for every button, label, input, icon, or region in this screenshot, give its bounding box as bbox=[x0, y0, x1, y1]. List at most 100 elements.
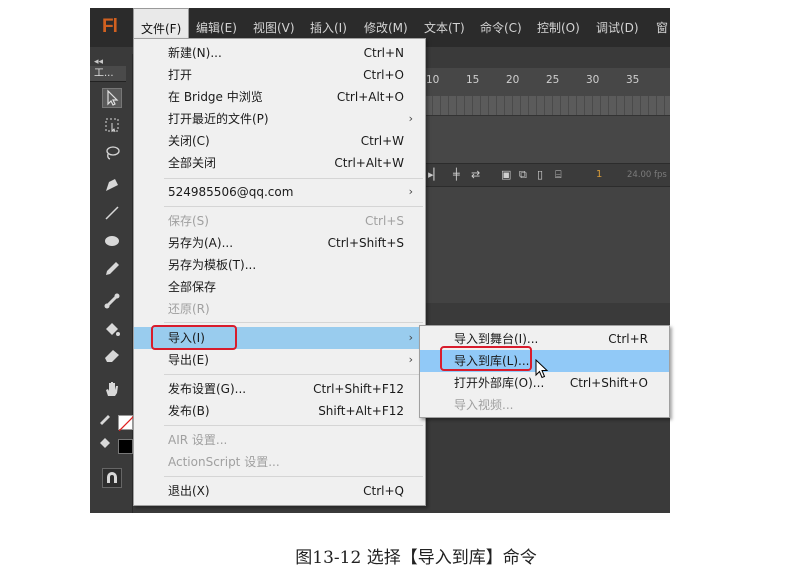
menu-item-shortcut: Ctrl+R bbox=[608, 332, 648, 346]
ruler-tick: 15 bbox=[466, 74, 480, 86]
pen-tool-icon[interactable] bbox=[102, 176, 122, 196]
paint-bucket-tool-icon[interactable] bbox=[102, 320, 122, 340]
tools-tab[interactable]: 工... bbox=[90, 66, 126, 82]
menu-item-save: 保存(S) Ctrl+S bbox=[134, 210, 425, 232]
menu-separator bbox=[164, 322, 423, 323]
menu-item-save-all[interactable]: 全部保存 bbox=[134, 276, 425, 298]
menu-item-new[interactable]: 新建(N)... Ctrl+N bbox=[134, 42, 425, 64]
snap-magnet-icon[interactable] bbox=[102, 468, 122, 488]
menu-item-open-recent[interactable]: 打开最近的文件(P) › bbox=[134, 108, 425, 130]
menu-item-revert: 还原(R) bbox=[134, 298, 425, 320]
menu-item-label: 打开最近的文件(P) bbox=[168, 112, 269, 126]
menu-item-label: 新建(N)... bbox=[168, 46, 222, 60]
menu-item-browse-bridge[interactable]: 在 Bridge 中浏览 Ctrl+Alt+O bbox=[134, 86, 425, 108]
menu-item-label: 524985506@qq.com bbox=[168, 185, 294, 199]
menu-item-save-as-template[interactable]: 另存为模板(T)... bbox=[134, 254, 425, 276]
menu-item-publish[interactable]: 发布(B) Shift+Alt+F12 bbox=[134, 400, 425, 422]
mouse-pointer-icon bbox=[535, 359, 549, 379]
menu-item-label: 保存(S) bbox=[168, 214, 209, 228]
file-menu: 新建(N)... Ctrl+N 打开 Ctrl+O 在 Bridge 中浏览 Ctrl… bbox=[133, 38, 426, 506]
menu-separator bbox=[164, 206, 423, 207]
menu-item-shortcut: Ctrl+Alt+W bbox=[334, 156, 404, 170]
menu-item-close-all[interactable]: 全部关闭 Ctrl+Alt+W bbox=[134, 152, 425, 174]
menu-item-shortcut: Ctrl+Shift+S bbox=[327, 236, 404, 250]
step-forward-icon[interactable]: ▸▏ bbox=[428, 168, 442, 181]
ruler-tick: 20 bbox=[506, 74, 520, 86]
lasso-tool-icon[interactable] bbox=[102, 144, 122, 164]
frame-ruler: 10 15 20 25 30 35 bbox=[425, 74, 670, 96]
menu-item-label: 关闭(C) bbox=[168, 134, 210, 148]
fill-color-icon[interactable] bbox=[98, 434, 112, 454]
ruler-tick: 25 bbox=[546, 74, 560, 86]
menu-item-shortcut: Ctrl+Alt+O bbox=[336, 90, 404, 104]
stroke-swatch[interactable] bbox=[118, 415, 135, 432]
menu-item-open[interactable]: 打开 Ctrl+O bbox=[134, 64, 425, 86]
chevron-right-icon: › bbox=[408, 112, 413, 125]
menu-separator bbox=[164, 178, 423, 179]
menu-item-shortcut: Ctrl+Q bbox=[363, 484, 404, 498]
menu-item-label: 发布设置(G)... bbox=[168, 382, 247, 396]
frame-rate[interactable]: 24.00 fps bbox=[627, 170, 667, 180]
menu-item-publish-settings[interactable]: 发布设置(G)... Ctrl+Shift+F12 bbox=[134, 378, 425, 400]
menu-item-import-video: 导入视频... bbox=[420, 394, 669, 416]
pencil-tool-icon[interactable] bbox=[102, 260, 122, 280]
oval-tool-icon[interactable] bbox=[102, 232, 122, 252]
menu-item-export[interactable]: 导出(E) › bbox=[134, 349, 425, 371]
free-transform-tool-icon[interactable] bbox=[102, 116, 122, 136]
onion-markers-icon[interactable]: ⌸ bbox=[555, 168, 562, 182]
bone-tool-icon[interactable] bbox=[102, 292, 122, 312]
import-annotation-box bbox=[151, 325, 237, 350]
chevron-right-icon: › bbox=[408, 353, 413, 366]
menu-item-label: AIR 设置... bbox=[168, 433, 228, 447]
menu-item-label: 导出(E) bbox=[168, 353, 209, 367]
menu-item-close[interactable]: 关闭(C) Ctrl+W bbox=[134, 130, 425, 152]
hand-tool-icon[interactable] bbox=[102, 380, 122, 400]
stroke-color-icon[interactable] bbox=[98, 410, 112, 430]
menu-item-label: 退出(X) bbox=[168, 484, 210, 498]
menu-item-shortcut: Ctrl+O bbox=[363, 68, 404, 82]
menu-commands[interactable]: 命令(C) bbox=[480, 8, 522, 47]
frame-cells[interactable] bbox=[425, 96, 670, 116]
onion-outline-icon[interactable]: ⧉ bbox=[519, 168, 527, 182]
menu-item-label: 另存为模板(T)... bbox=[168, 258, 257, 272]
menu-debug[interactable]: 调试(D) bbox=[596, 8, 639, 47]
menu-separator bbox=[164, 476, 423, 477]
menu-item-label: 另存为(A)... bbox=[168, 236, 234, 250]
menu-item-shortcut: Ctrl+Shift+O bbox=[569, 376, 648, 390]
menu-item-actionscript-settings: ActionScript 设置... bbox=[134, 451, 425, 473]
menu-item-label: 全部关闭 bbox=[168, 156, 217, 170]
menu-item-label: 还原(R) bbox=[168, 302, 210, 316]
edit-multiple-frames-icon[interactable]: ▯ bbox=[537, 168, 543, 181]
menu-item-shortcut: Ctrl+W bbox=[360, 134, 404, 148]
eraser-tool-icon[interactable] bbox=[102, 346, 122, 366]
ruler-tick: 35 bbox=[626, 74, 640, 86]
loop-icon[interactable]: ⇄ bbox=[471, 168, 480, 181]
menu-window[interactable]: 窗 bbox=[656, 8, 668, 47]
menu-item-shortcut: Ctrl+Shift+F12 bbox=[313, 382, 404, 396]
current-frame: 1 bbox=[596, 169, 603, 180]
menu-separator bbox=[164, 425, 423, 426]
menu-control[interactable]: 控制(O) bbox=[537, 8, 580, 47]
figure-caption: 图13-12 选择【导入到库】命令 bbox=[295, 548, 537, 568]
line-tool-icon[interactable] bbox=[102, 204, 122, 224]
menu-item-account[interactable]: 524985506@qq.com › bbox=[134, 181, 425, 203]
ruler-tick: 30 bbox=[586, 74, 600, 86]
menu-item-label: 导入视频... bbox=[454, 398, 514, 412]
timeline-panel: 10 15 20 25 30 35 ▸▏ ╪ ⇄ ▣ ⧉ ▯ ⌸ 1 24.00… bbox=[425, 68, 670, 303]
menu-item-shortcut: Ctrl+N bbox=[363, 46, 404, 60]
menu-item-save-as[interactable]: 另存为(A)... Ctrl+Shift+S bbox=[134, 232, 425, 254]
menu-item-label: ActionScript 设置... bbox=[168, 455, 280, 469]
menu-item-exit[interactable]: 退出(X) Ctrl+Q bbox=[134, 480, 425, 502]
fill-swatch[interactable] bbox=[118, 439, 133, 454]
stage-area bbox=[425, 187, 670, 303]
menu-item-air-settings: AIR 设置... bbox=[134, 429, 425, 451]
menu-text[interactable]: 文本(T) bbox=[424, 8, 465, 47]
menu-item-shortcut: Shift+Alt+F12 bbox=[318, 404, 404, 418]
selection-tool-icon[interactable] bbox=[102, 88, 122, 108]
import-library-annotation-box bbox=[440, 346, 532, 371]
menu-item-label: 在 Bridge 中浏览 bbox=[168, 90, 263, 104]
center-frame-icon[interactable]: ╪ bbox=[453, 168, 460, 181]
onion-skin-icon[interactable]: ▣ bbox=[501, 168, 511, 181]
menu-item-label: 打开 bbox=[168, 68, 193, 82]
chevron-right-icon: › bbox=[408, 185, 413, 198]
